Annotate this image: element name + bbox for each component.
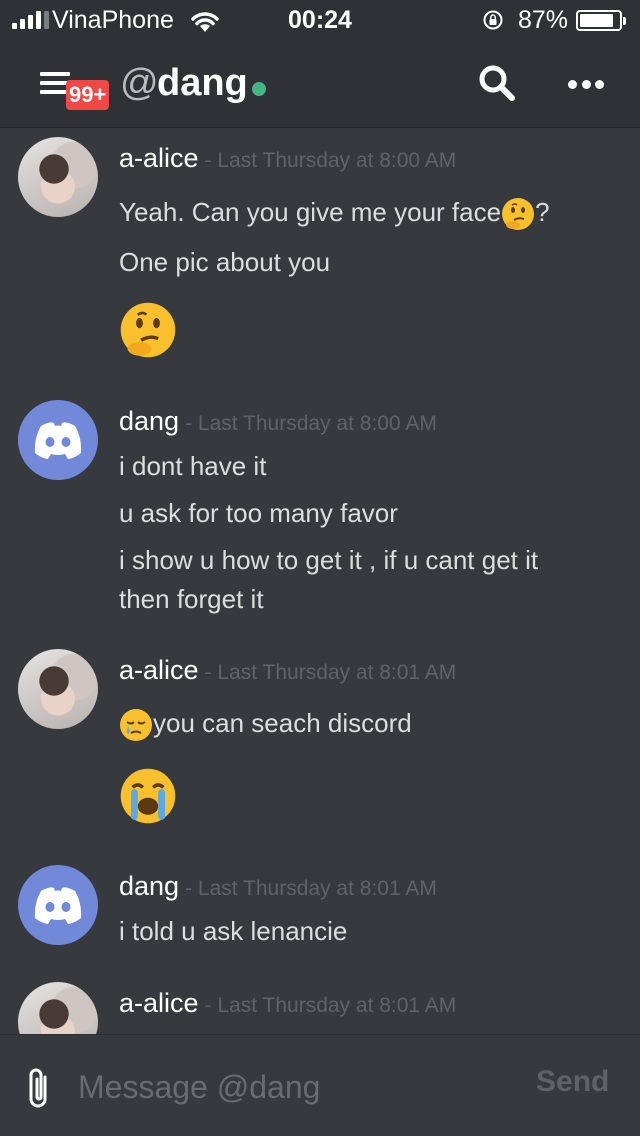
channel-prefix: @: [120, 62, 159, 104]
battery-percent: 87%: [518, 6, 569, 34]
discord-logo-icon: [34, 887, 82, 924]
message-list[interactable]: a-alice - Last Thursday at 8:00 AM Yeah. …: [0, 129, 640, 1034]
message-composer: Send: [0, 1034, 640, 1136]
author-name[interactable]: a-alice: [119, 143, 199, 173]
avatar[interactable]: [18, 982, 98, 1034]
online-status-dot: [252, 82, 266, 96]
avatar[interactable]: [18, 865, 98, 945]
message-input[interactable]: [78, 1065, 518, 1109]
message-text: i dont have it: [119, 451, 267, 481]
message-text: Yeah. Can you give me your face?: [119, 193, 619, 232]
paperclip-icon[interactable]: [25, 1065, 53, 1111]
message-timestamp: - Last Thursday at 8:00 AM: [204, 149, 457, 172]
author-name[interactable]: a-alice: [119, 988, 199, 1018]
author-name[interactable]: a-alice: [119, 655, 199, 685]
sleepy-face-emoji-icon: [120, 709, 152, 742]
thinking-face-emoji-icon: [120, 302, 176, 358]
avatar[interactable]: [18, 137, 98, 217]
message-timestamp: - Last Thursday at 8:01 AM: [204, 994, 457, 1017]
message-text: you can seach discord: [119, 704, 619, 743]
rotation-lock-icon: [483, 10, 503, 30]
avatar[interactable]: [18, 649, 98, 729]
battery-icon: [576, 10, 626, 31]
message-text: i told u ask lenancie: [119, 916, 348, 946]
avatar[interactable]: [18, 400, 98, 480]
chat-header: 99+ @ dang: [0, 40, 640, 128]
discord-logo-icon: [34, 422, 82, 459]
loudly-crying-face-emoji-icon: [120, 768, 176, 824]
message-timestamp: - Last Thursday at 8:01 AM: [204, 661, 457, 684]
message-text: One pic about you: [119, 247, 331, 277]
message-timestamp: - Last Thursday at 8:00 AM: [185, 412, 437, 435]
channel-title[interactable]: dang: [157, 62, 248, 105]
message-text: u ask for too many favor: [119, 498, 398, 528]
author-name[interactable]: dang: [119, 406, 179, 436]
unread-badge: 99+: [66, 80, 110, 110]
message-text: i show u how to get it , if u cant get i…: [119, 545, 539, 614]
send-button[interactable]: Send: [536, 1065, 609, 1099]
status-bar: VinaPhone 00:24 87%: [0, 0, 640, 40]
author-name[interactable]: dang: [119, 871, 179, 901]
search-icon[interactable]: [478, 64, 516, 102]
battery-level-fill: [580, 14, 614, 27]
more-options-icon[interactable]: [568, 80, 604, 90]
message-timestamp: - Last Thursday at 8:01 AM: [185, 877, 437, 900]
thinking-face-emoji-icon: [502, 198, 535, 231]
